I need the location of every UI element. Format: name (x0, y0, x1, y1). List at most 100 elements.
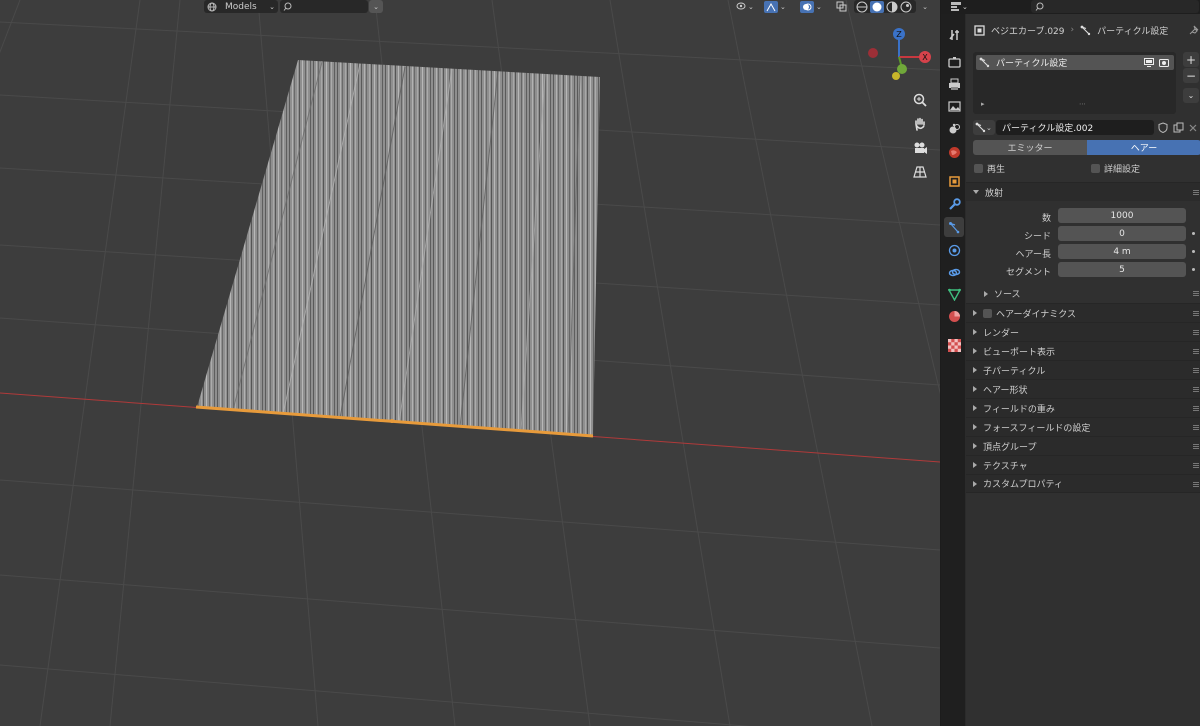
tab-particles[interactable] (944, 217, 964, 237)
checkbox-box[interactable] (1091, 164, 1100, 173)
visibility-selectability-button[interactable]: ⌄ (736, 0, 762, 13)
number-field[interactable]: 1000 (1058, 208, 1186, 223)
drag-grip-icon[interactable] (1193, 368, 1199, 373)
tab-object-data[interactable] (944, 284, 964, 304)
field-label: シード (1023, 232, 1051, 242)
overlays-toggle-button[interactable]: ⌄ (800, 0, 828, 13)
tab-render[interactable] (944, 52, 964, 72)
y-axis-handle[interactable] (897, 64, 907, 74)
panel-header-field-weights[interactable]: フィールドの重み (966, 398, 1200, 417)
panel-title: フィールドの重み (983, 404, 1055, 415)
panel-header-vertex-groups[interactable]: 頂点グループ (966, 436, 1200, 455)
checkbox-box[interactable] (974, 164, 983, 173)
tab-world[interactable] (944, 142, 964, 162)
chevron-down-icon: ⌄ (962, 3, 968, 11)
list-specials-dropdown[interactable]: ⌄ (1183, 88, 1199, 103)
viewport-search[interactable] (280, 0, 368, 13)
pin-icon[interactable] (1189, 25, 1199, 35)
collection-selector[interactable]: Models ⌄ (204, 0, 278, 13)
tab-physics[interactable] (944, 240, 964, 260)
panel-header-hair-shape[interactable]: ヘアー形状 (966, 379, 1200, 398)
shading-options-dropdown[interactable]: ⌄ (918, 0, 932, 13)
particles-icon (1080, 25, 1091, 35)
type-option-emitter[interactable]: エミッター (973, 140, 1087, 155)
shading-mode-group[interactable] (854, 0, 916, 13)
material-shading-icon[interactable] (886, 1, 898, 13)
3d-viewport[interactable]: Models ⌄ ⌄ ⌄ ⌄ ⌄ ⌄ Z X (0, 0, 940, 726)
hair-particles-mesh[interactable] (197, 60, 600, 436)
drag-grip-icon[interactable] (1193, 482, 1199, 487)
render-camera-icon[interactable] (1159, 58, 1169, 67)
tab-output[interactable] (944, 74, 964, 94)
xray-toggle-button[interactable] (836, 0, 850, 13)
expand-list-icon[interactable]: ▸ (981, 100, 985, 108)
neg-y-axis-handle[interactable] (892, 72, 900, 80)
solid-shading-icon[interactable] (870, 0, 884, 13)
panel-header-render[interactable]: レンダー (966, 322, 1200, 341)
drag-grip-icon[interactable] (1193, 330, 1199, 335)
panel-header-children[interactable]: 子パーティクル (966, 360, 1200, 379)
drag-grip-icon[interactable] (1193, 406, 1199, 411)
fake-user-button[interactable] (1156, 120, 1170, 135)
tab-object[interactable] (944, 171, 964, 191)
drag-grip-icon[interactable] (1193, 190, 1199, 195)
unlink-settings-button[interactable] (1186, 120, 1200, 135)
panel-header-viewport-display[interactable]: ビューポート表示 (966, 341, 1200, 360)
tab-tool[interactable] (944, 24, 964, 44)
hair-dynamics-checkbox[interactable] (983, 308, 992, 318)
drag-grip-icon[interactable] (1193, 425, 1199, 430)
drag-grip-icon[interactable] (1193, 349, 1199, 354)
panel-header-textures[interactable]: テクスチャ (966, 455, 1200, 474)
eye-pointer-icon (736, 2, 746, 10)
panel-header-emission[interactable]: 放射 (966, 182, 1200, 201)
tab-constraints[interactable] (944, 262, 964, 282)
expand-right-icon (973, 424, 977, 430)
wireframe-shading-icon[interactable] (856, 1, 868, 13)
keyframe-dot-icon[interactable] (1192, 268, 1195, 271)
panel-header-hair-dynamics[interactable]: ヘアーダイナミクス (966, 303, 1200, 322)
remove-particle-system-button[interactable]: − (1183, 68, 1199, 83)
pan-tool[interactable] (908, 113, 932, 135)
type-option-hair[interactable]: ヘアー (1087, 140, 1200, 155)
add-particle-system-button[interactable]: + (1183, 52, 1199, 67)
editor-type-selector[interactable]: ⌄ (951, 1, 973, 13)
neg-x-axis-handle[interactable] (868, 48, 878, 58)
regrow-checkbox[interactable]: 再生 (974, 162, 1005, 175)
settings-name-field[interactable]: パーティクル設定.002 (996, 120, 1154, 135)
camera-view-tool[interactable] (908, 137, 932, 159)
gizmo-toggle-button[interactable]: ⌄ (764, 0, 792, 13)
filter-dropdown-button[interactable]: ⌄ (369, 0, 383, 13)
drag-grip-icon[interactable] (1193, 444, 1199, 449)
tab-texture[interactable] (944, 335, 964, 355)
drag-grip-icon[interactable] (1193, 387, 1199, 392)
perspective-toggle-tool[interactable] (908, 161, 932, 183)
drag-grip-icon[interactable] (1193, 291, 1199, 296)
panel-header-custom-properties[interactable]: カスタムプロパティ (966, 474, 1200, 493)
tab-material[interactable] (944, 306, 964, 326)
advanced-checkbox[interactable]: 詳細設定 (1091, 162, 1140, 175)
list-item[interactable]: パーティクル設定 (976, 55, 1174, 70)
tab-scene[interactable] (944, 118, 964, 138)
keyframe-dot-icon[interactable] (1192, 232, 1195, 235)
rendered-shading-icon[interactable] (900, 1, 912, 13)
number-field[interactable]: 5 (1058, 262, 1186, 277)
settings-browse-button[interactable]: ⌄ (973, 120, 995, 135)
viewport-canvas[interactable] (0, 0, 940, 726)
subpanel-header-source[interactable]: ソース (966, 284, 1200, 303)
drag-grip-icon[interactable] (1193, 463, 1199, 468)
duplicate-settings-button[interactable] (1171, 120, 1185, 135)
particle-systems-list[interactable]: パーティクル設定 ▸ ⋯ (973, 52, 1176, 114)
tab-view-layer[interactable] (944, 96, 964, 116)
drag-grip-icon[interactable] (1193, 311, 1199, 316)
list-resize-grip-icon[interactable]: ⋯ (1079, 100, 1086, 108)
tab-modifiers[interactable] (944, 194, 964, 214)
zoom-tool[interactable] (908, 89, 932, 111)
monitor-icon[interactable] (1144, 58, 1154, 67)
panel-header-force-field-settings[interactable]: フォースフィールドの設定 (966, 417, 1200, 436)
properties-search[interactable] (1031, 0, 1199, 13)
chevron-down-icon: ⌄ (373, 2, 379, 11)
number-field[interactable]: 0 (1058, 226, 1186, 241)
number-field[interactable]: 4 m (1058, 244, 1186, 259)
keyframe-dot-icon[interactable] (1192, 250, 1195, 253)
navigation-gizmo[interactable]: Z X (864, 26, 934, 86)
